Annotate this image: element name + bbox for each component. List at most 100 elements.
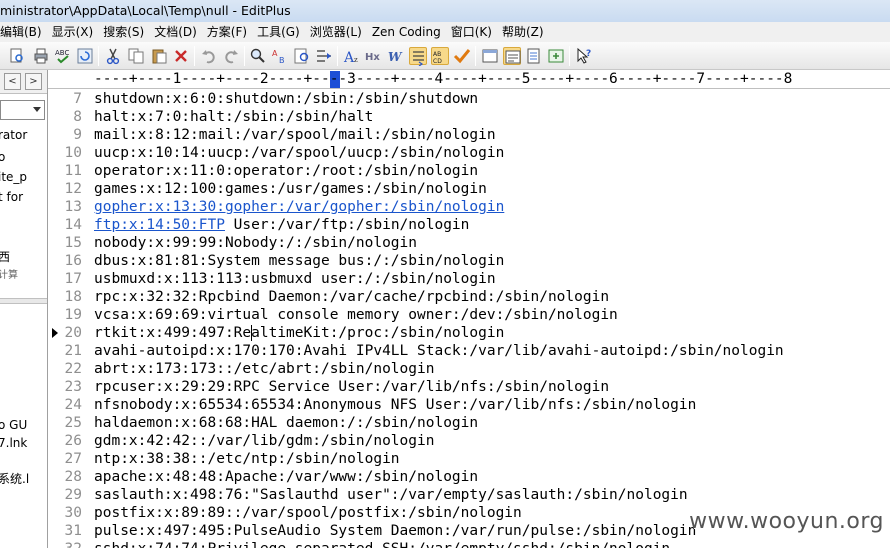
editor-line[interactable]: 22 abrt:x:173:173::/etc/abrt:/sbin/nologi…: [48, 360, 890, 378]
menu-document[interactable]: 文档(D): [149, 22, 202, 42]
editor-line[interactable]: 15 nobody:x:99:99:Nobody:/:/sbin/nologin: [48, 234, 890, 252]
line-text[interactable]: vcsa:x:69:69:virtual console memory owne…: [94, 306, 618, 324]
sidebar-file[interactable]: 7.lnk: [0, 436, 27, 450]
replace-icon[interactable]: AB: [271, 47, 289, 65]
sidebar-item[interactable]: o: [0, 150, 5, 164]
editor-line[interactable]: 25 haldaemon:x:68:68:HAL daemon:/:/sbin/n…: [48, 414, 890, 432]
redo-icon[interactable]: [222, 47, 240, 65]
delete-icon[interactable]: [172, 47, 190, 65]
sidebar-splitter[interactable]: [0, 298, 47, 304]
sidebar-item[interactable]: 计算: [0, 266, 18, 281]
editor-line[interactable]: 23 rpcuser:x:29:29:RPC Service User:/var/…: [48, 378, 890, 396]
menu-help[interactable]: 帮助(Z): [497, 22, 549, 42]
line-text[interactable]: postfix:x:89:89::/var/spool/postfix:/sbi…: [94, 504, 522, 522]
ruler-icon[interactable]: AB CD: [431, 47, 449, 65]
sidebar-file[interactable]: o GU: [0, 418, 27, 432]
editor-line[interactable]: 18 rpc:x:32:32:Rpcbind Daemon:/var/cache/…: [48, 288, 890, 306]
print-icon[interactable]: [32, 47, 50, 65]
editor-line[interactable]: 21 avahi-autoipd:x:170:170:Avahi IPv4LL S…: [48, 342, 890, 360]
sidebar-item[interactable]: t for: [0, 190, 23, 204]
hyperlink-text[interactable]: ftp:x:14:50:FTP: [94, 217, 225, 233]
editor-line[interactable]: 13 gopher:x:13:30:gopher:/var/gopher:/sbi…: [48, 198, 890, 216]
line-text[interactable]: usbmuxd:x:113:113:usbmuxd user:/:/sbin/n…: [94, 270, 496, 288]
line-text[interactable]: ntp:x:38:38::/etc/ntp:/sbin/nologin: [94, 450, 400, 468]
editor-line[interactable]: 12 games:x:12:100:games:/usr/games:/sbin/…: [48, 180, 890, 198]
line-text[interactable]: pulse:x:497:495:PulseAudio System Daemon…: [94, 522, 696, 540]
editor-line[interactable]: 28 apache:x:48:48:Apache:/var/www:/sbin/n…: [48, 468, 890, 486]
line-text[interactable]: avahi-autoipd:x:170:170:Avahi IPv4LL Sta…: [94, 342, 784, 360]
spellcheck-icon[interactable]: ABC: [54, 47, 72, 65]
editor-line[interactable]: 24 nfsnobody:x:65534:65534:Anonymous NFS …: [48, 396, 890, 414]
line-text[interactable]: uucp:x:10:14:uucp:/var/spool/uucp:/sbin/…: [94, 144, 504, 162]
menu-window[interactable]: 窗口(K): [446, 22, 497, 42]
line-text[interactable]: mail:x:8:12:mail:/var/spool/mail:/sbin/n…: [94, 126, 496, 144]
line-text[interactable]: games:x:12:100:games:/usr/games:/sbin/no…: [94, 180, 487, 198]
editor-line[interactable]: 29 saslauth:x:498:76:"Saslauthd user":/va…: [48, 486, 890, 504]
menu-project[interactable]: 方案(F): [202, 22, 252, 42]
menu-search[interactable]: 搜索(S): [98, 22, 149, 42]
editor-line[interactable]: 32 sshd:x:74:74:Privilege-separated SSH:/…: [48, 540, 890, 548]
goto-icon[interactable]: [315, 47, 333, 65]
menu-view[interactable]: 显示(X): [47, 22, 99, 42]
editor-line[interactable]: 11 operator:x:11:0:operator:/root:/sbin/n…: [48, 162, 890, 180]
line-text[interactable]: apache:x:48:48:Apache:/var/www:/sbin/nol…: [94, 468, 478, 486]
menu-browser[interactable]: 浏览器(L): [305, 22, 367, 42]
hyperlink-text[interactable]: gopher:x:13:30:gopher:/var/gopher:/sbin/…: [94, 199, 504, 215]
editor-line[interactable]: 19 vcsa:x:69:69:virtual console memory ow…: [48, 306, 890, 324]
hex-icon[interactable]: Hx: [365, 47, 383, 65]
word-wrap-icon[interactable]: W: [387, 47, 405, 65]
cut-icon[interactable]: [104, 47, 122, 65]
line-text[interactable]: haldaemon:x:68:68:HAL daemon:/:/sbin/nol…: [94, 414, 478, 432]
editor-line[interactable]: 20 rtkit:x:499:497:RealtimeKit:/proc:/sbi…: [48, 324, 890, 342]
sidebar-forward-button[interactable]: >: [25, 73, 42, 90]
find-icon[interactable]: [249, 47, 267, 65]
editor-line[interactable]: 27 ntp:x:38:38::/etc/ntp:/sbin/nologin: [48, 450, 890, 468]
line-text[interactable]: saslauth:x:498:76:"Saslauthd user":/var/…: [94, 486, 688, 504]
line-text[interactable]: gopher:x:13:30:gopher:/var/gopher:/sbin/…: [94, 198, 504, 216]
line-text[interactable]: dbus:x:81:81:System message bus:/:/sbin/…: [94, 252, 504, 270]
editor-line[interactable]: 9 mail:x:8:12:mail:/var/spool/mail:/sbin/…: [48, 126, 890, 144]
editor-line[interactable]: 10 uucp:x:10:14:uucp:/var/spool/uucp:/sbi…: [48, 144, 890, 162]
editor-line[interactable]: 17 usbmuxd:x:113:113:usbmuxd user:/:/sbin…: [48, 270, 890, 288]
cliptext-icon[interactable]: [525, 47, 543, 65]
editor-line[interactable]: 14 ftp:x:14:50:FTP User:/var/ftp:/sbin/no…: [48, 216, 890, 234]
line-text[interactable]: ftp:x:14:50:FTP User:/var/ftp:/sbin/nolo…: [94, 216, 469, 234]
line-text[interactable]: gdm:x:42:42::/var/lib/gdm:/sbin/nologin: [94, 432, 434, 450]
paste-icon[interactable]: [150, 47, 168, 65]
sidebar-drive-select[interactable]: [0, 100, 45, 120]
line-text[interactable]: abrt:x:173:173::/etc/abrt:/sbin/nologin: [94, 360, 434, 378]
toggle-browser-icon[interactable]: [503, 47, 521, 65]
sidebar-back-button[interactable]: <: [4, 73, 21, 90]
line-text[interactable]: nfsnobody:x:65534:65534:Anonymous NFS Us…: [94, 396, 696, 414]
sidebar-file[interactable]: 系统.l: [0, 470, 29, 487]
menu-tools[interactable]: 工具(G): [252, 22, 305, 42]
line-number-icon[interactable]: [409, 47, 427, 66]
editor-line[interactable]: 16 dbus:x:81:81:System message bus:/:/sbi…: [48, 252, 890, 270]
font-size-icon[interactable]: Az: [343, 47, 361, 65]
line-text[interactable]: sshd:x:74:74:Privilege-separated SSH:/va…: [94, 540, 670, 548]
menu-edit[interactable]: 编辑(B): [0, 22, 47, 42]
line-text[interactable]: rpcuser:x:29:29:RPC Service User:/var/li…: [94, 378, 609, 396]
browser-icon[interactable]: [481, 47, 499, 65]
find-in-files-icon[interactable]: [293, 47, 311, 65]
undo-icon[interactable]: [200, 47, 218, 65]
editor-line[interactable]: 8 halt:x:7:0:halt:/sbin:/sbin/halt: [48, 108, 890, 126]
sidebar-item[interactable]: ite_p: [0, 170, 27, 184]
menu-zen-coding[interactable]: Zen Coding: [367, 22, 446, 42]
line-text[interactable]: halt:x:7:0:halt:/sbin:/sbin/halt: [94, 108, 373, 126]
editor-line[interactable]: 7 shutdown:x:6:0:shutdown:/sbin:/sbin/shu…: [48, 90, 890, 108]
line-text[interactable]: operator:x:11:0:operator:/root:/sbin/nol…: [94, 162, 478, 180]
copy-icon[interactable]: [127, 47, 145, 65]
line-text[interactable]: shutdown:x:6:0:shutdown:/sbin:/sbin/shut…: [94, 90, 478, 108]
line-text[interactable]: rpc:x:32:32:Rpcbind Daemon:/var/cache/rp…: [94, 288, 609, 306]
sidebar-item[interactable]: rator: [0, 128, 27, 142]
refresh-icon[interactable]: [76, 47, 94, 65]
editor-line[interactable]: 26 gdm:x:42:42::/var/lib/gdm:/sbin/nologi…: [48, 432, 890, 450]
sidebar-item[interactable]: 西: [0, 248, 10, 265]
check-icon[interactable]: [453, 47, 471, 65]
help-icon[interactable]: ?: [575, 47, 593, 65]
print-preview-icon[interactable]: [8, 47, 26, 65]
new-window-icon[interactable]: [547, 47, 565, 65]
line-text[interactable]: nobody:x:99:99:Nobody:/:/sbin/nologin: [94, 234, 417, 252]
text-editor[interactable]: 7 shutdown:x:6:0:shutdown:/sbin:/sbin/shu…: [48, 89, 890, 548]
